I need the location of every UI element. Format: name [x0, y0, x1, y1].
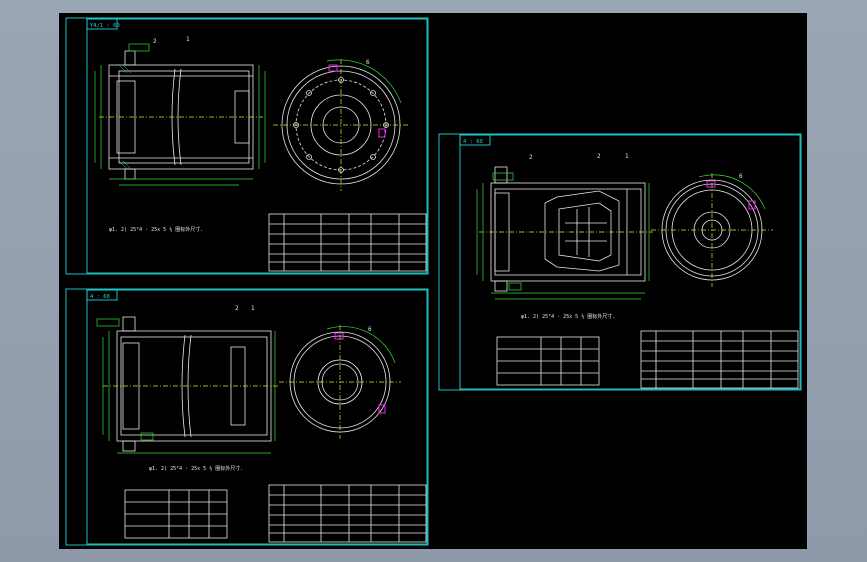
drawing-sheet-3[interactable]: 4 : 60 2 2 1 6 φ1. 2) 25°4 · 25x 5 ½ 圈标外… [438, 133, 802, 391]
sheet-1-balloon-1: 1 [186, 36, 190, 43]
sheet-3-note: φ1. 2) 25°4 · 25x 5 ½ 圈标外尺寸. [521, 313, 615, 320]
sheet-2-note: φ1. 2) 25°4 · 25x 5 ½ 圈标外尺寸. [149, 465, 243, 472]
end-view-flange [651, 173, 773, 287]
sheet-2-parameter-table [124, 489, 228, 539]
drawing-sheet-2[interactable]: 4 : 60 2 1 6 φ1. 2) 25°4 · 25x 5 ½ 圈标外尺寸… [65, 288, 429, 546]
sheet-2-title-block [268, 484, 427, 543]
sheet-3-title-block [640, 330, 799, 389]
sheet-1-balloon-6: 6 [366, 59, 370, 66]
end-view-flange [279, 325, 401, 439]
end-view-flange [273, 59, 409, 191]
sheet-3-balloon-2a: 2 [529, 154, 533, 161]
sheet-3-balloon-2b: 2 [597, 153, 601, 160]
cylinder-section-view [103, 316, 279, 452]
sheet-2-balloon-1: 1 [251, 305, 255, 312]
drawing-sheet-1[interactable]: Y4/1 : 60 2 1 6 φ1. 2) 25°4 · 25x 5 ½ 圈标… [65, 17, 429, 275]
sheet-2-balloon-2: 2 [235, 305, 239, 312]
sheet-3-balloon-6: 6 [739, 173, 743, 180]
sheet-2-tag: 4 : 60 [90, 294, 110, 300]
sheet-1-note: φ1. 2) 25°4 · 25x 5 ½ 圈标外尺寸. [109, 226, 203, 233]
sheet-3-parameter-table [496, 336, 600, 386]
cylinder-section-view [99, 50, 263, 180]
sheet-3-balloon-1: 1 [625, 153, 629, 160]
sheet-1-title-block [268, 213, 427, 272]
sheet-2-balloon-6: 6 [368, 326, 372, 333]
drawing-canvas: Y4/1 : 60 2 1 6 φ1. 2) 25°4 · 25x 5 ½ 圈标… [65, 17, 802, 546]
dimension-lines [476, 172, 650, 300]
sheet-3-tag: 4 : 60 [463, 139, 483, 145]
sheet-1-balloon-2: 2 [153, 38, 157, 45]
sheet-1-tag: Y4/1 : 60 [90, 23, 120, 29]
cad-model-space[interactable]: Y4/1 : 60 2 1 6 φ1. 2) 25°4 · 25x 5 ½ 圈标… [59, 13, 807, 549]
cylinder-section-view [479, 166, 653, 292]
